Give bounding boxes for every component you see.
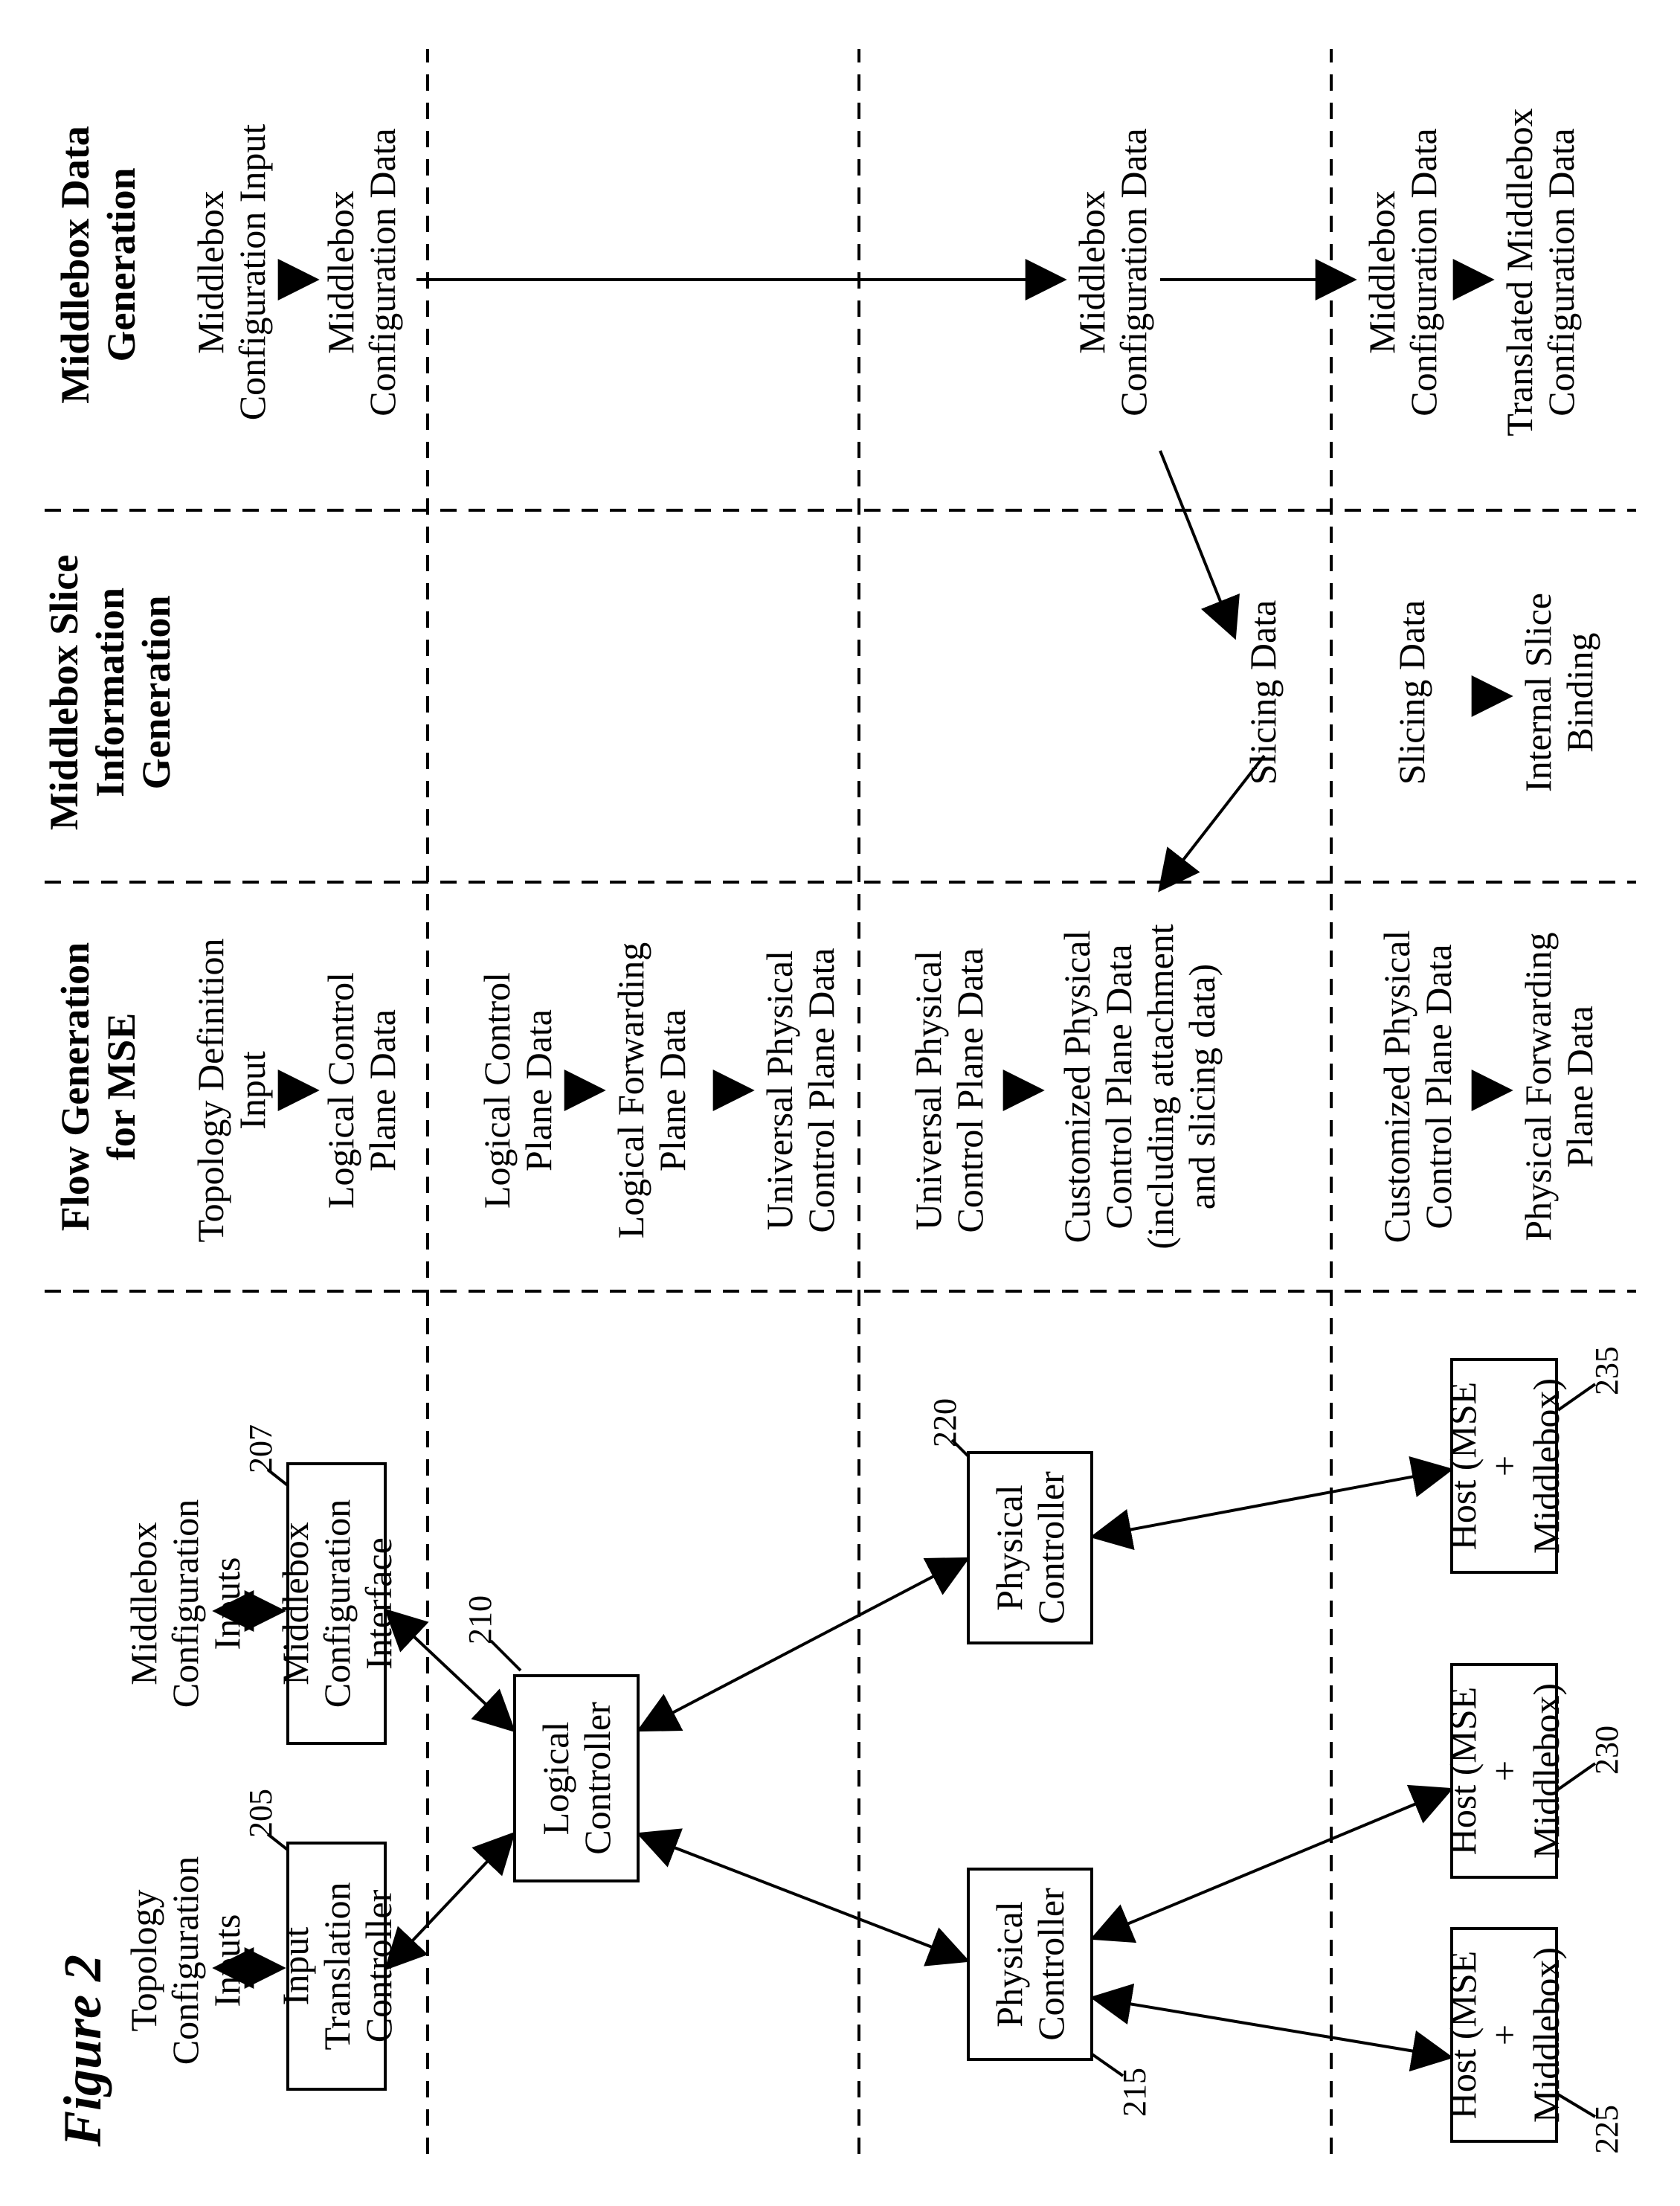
node-host-a: Host (MSE +Middlebox) (1450, 1927, 1558, 2143)
node-input-translation-controller: Input TranslationController (286, 1842, 387, 2091)
node-physical-controller-b: PhysicalController (967, 1451, 1093, 1644)
label-topology-inputs: TopologyConfiguration Inputs (123, 1842, 248, 2080)
ref-225: 225 (1588, 2105, 1626, 2154)
c3-r1b: MiddleboxConfiguration Data (320, 64, 403, 480)
ref-230: 230 (1588, 1726, 1626, 1775)
node-host-b: Host (MSE +Middlebox) (1450, 1663, 1558, 1879)
ref-207: 207 (242, 1424, 280, 1473)
c1-r2c: Universal PhysicalControl Plane Data (759, 919, 842, 1261)
c1-r4a: Customized PhysicalControl Plane Data (1376, 904, 1459, 1269)
c3-r4a: MiddleboxConfiguration Data (1361, 64, 1444, 480)
ref-220: 220 (926, 1398, 964, 1447)
ref-210: 210 (461, 1595, 499, 1644)
node-logical-controller: LogicalController (513, 1674, 640, 1882)
node-host-c: Host (MSE +Middlebox) (1450, 1358, 1558, 1574)
c1-r1a: Topology DefinitionInput (190, 919, 273, 1261)
c2-r3a: Slicing Data (1242, 533, 1284, 852)
c1-r4b: Physical ForwardingPlane Data (1517, 904, 1600, 1269)
c1-r2a: Logical ControlPlane Data (476, 919, 559, 1261)
c1-r3a: Universal PhysicalControl Plane Data (907, 919, 991, 1261)
col-head-mbox-data: Middlebox DataGeneration (52, 57, 144, 473)
ref-205: 205 (242, 1789, 280, 1838)
col-head-flow-gen: Flow Generationfor MSE (52, 919, 144, 1254)
label-middlebox-inputs: MiddleboxConfiguration Inputs (123, 1477, 248, 1730)
c3-r3a: MiddleboxConfiguration Data (1071, 64, 1154, 480)
c3-r1a: MiddleboxConfiguration Input (190, 64, 273, 480)
ref-215: 215 (1116, 2068, 1153, 2117)
ref-235: 235 (1588, 1346, 1626, 1395)
node-physical-controller-a: PhysicalController (967, 1868, 1093, 2061)
c1-r1b: Logical ControlPlane Data (320, 919, 403, 1261)
c1-r3b: Customized PhysicalControl Plane Data(in… (1056, 904, 1223, 1269)
col-head-slice-gen: Middlebox SliceInformationGeneration (41, 533, 179, 852)
c2-r4b: Internal SliceBinding (1517, 533, 1600, 852)
node-middlebox-config-interface: MiddleboxConfiguration Interface (286, 1462, 387, 1745)
figure-title: Figure 2 (52, 1955, 114, 2146)
c1-r2b: Logical ForwardingPlane Data (610, 919, 693, 1261)
c2-r4a: Slicing Data (1391, 533, 1432, 852)
c3-r4b: Translated MiddleboxConfiguration Data (1499, 64, 1582, 480)
